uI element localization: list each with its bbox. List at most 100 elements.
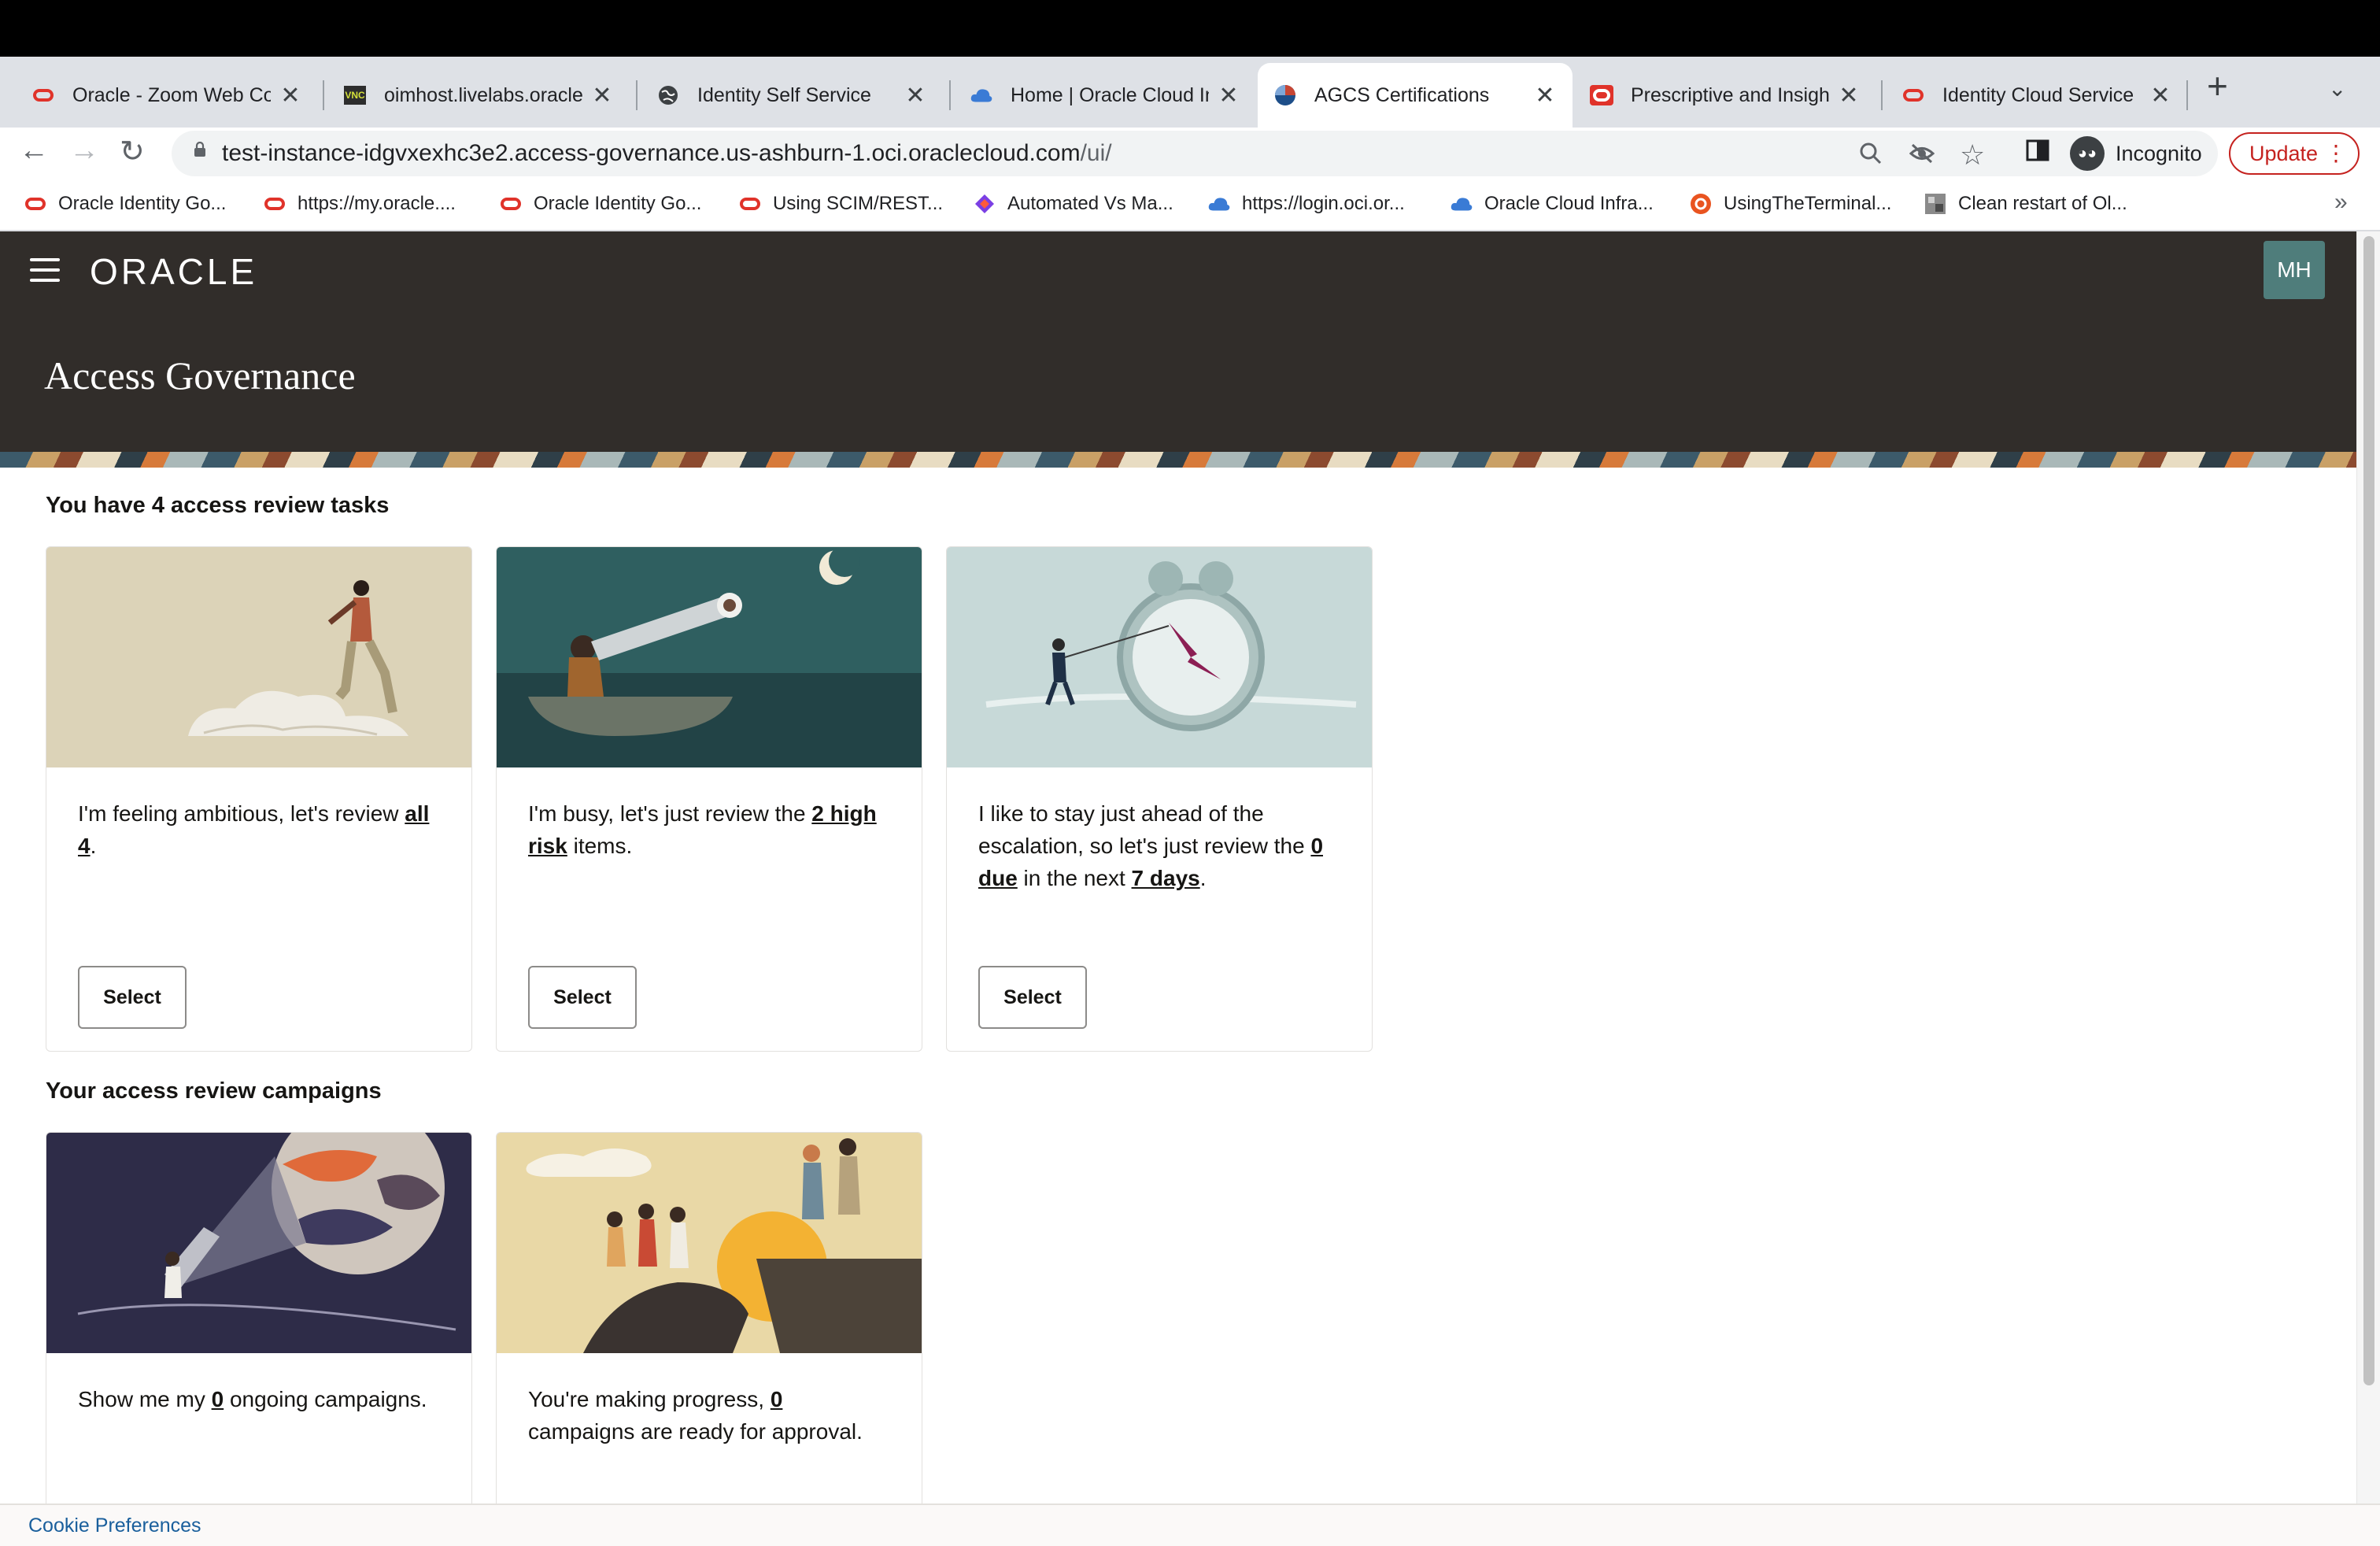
- text-part: in the next: [1017, 866, 1132, 890]
- star-bookmark-icon[interactable]: ☆: [1960, 139, 1985, 172]
- task-card-high-risk: I'm busy, let's just review the 2 high r…: [496, 546, 922, 1052]
- lock-icon: [194, 142, 205, 157]
- bookmark-item[interactable]: https://login.oci.or...: [1207, 192, 1405, 216]
- bookmark-label: Automated Vs Ma...: [1007, 193, 1173, 214]
- oracle-icon: [31, 83, 55, 107]
- bookmarks-overflow-icon[interactable]: »: [2334, 189, 2348, 216]
- bookmark-item[interactable]: Clean restart of Ol...: [1924, 192, 2127, 216]
- hamburger-menu-icon[interactable]: [30, 258, 60, 282]
- text-part: .: [90, 834, 97, 858]
- close-icon[interactable]: ✕: [2149, 82, 2172, 109]
- update-button[interactable]: Update ⋮: [2229, 132, 2360, 175]
- oracle-icon: [1590, 83, 1613, 107]
- incognito-label: Incognito: [2116, 141, 2202, 165]
- zoom-icon[interactable]: [1859, 142, 1883, 172]
- close-icon[interactable]: ✕: [279, 82, 302, 109]
- kebab-menu-icon: ⋮: [2325, 141, 2347, 165]
- url-field[interactable]: test-instance-idgvxexhc3e2.access-govern…: [172, 131, 2218, 176]
- bookmark-label: Oracle Identity Go...: [534, 193, 702, 214]
- image-icon: [1924, 192, 1947, 216]
- ready-campaigns-link[interactable]: 0: [771, 1387, 783, 1411]
- user-avatar[interactable]: MH: [2264, 241, 2325, 299]
- select-all-button[interactable]: Select: [78, 966, 187, 1029]
- page-scrollbar[interactable]: [2356, 231, 2380, 1503]
- task-card-all: I'm feeling ambitious, let's review all …: [46, 546, 472, 1052]
- tab-prescriptive[interactable]: Prescriptive and Insight ✕: [1574, 63, 1876, 128]
- climber-illustration: [46, 547, 471, 767]
- page-footer: Cookie Preferences: [0, 1503, 2380, 1546]
- agcs-icon: [1273, 83, 1297, 107]
- oracle-icon: [24, 192, 47, 216]
- close-icon[interactable]: ✕: [1837, 82, 1861, 109]
- bookmark-item[interactable]: https://my.oracle....: [263, 192, 456, 216]
- oracle-icon: [1901, 83, 1925, 107]
- scrollbar-thumb[interactable]: [2363, 236, 2374, 1385]
- tab-oracle-zoom[interactable]: Oracle - Zoom Web Cor ✕: [16, 63, 318, 128]
- text-part: .: [1199, 866, 1207, 890]
- reload-icon[interactable]: ↻: [120, 134, 145, 169]
- new-tab-plus-icon[interactable]: +: [2207, 68, 2228, 104]
- bookmark-item[interactable]: Oracle Identity Go...: [499, 192, 701, 216]
- tab-agcs-certifications[interactable]: AGCS Certifications ✕: [1258, 63, 1572, 128]
- cloud-icon: [970, 83, 993, 107]
- telescope-boat-illustration: [497, 547, 922, 767]
- tab-separator: [1881, 80, 1883, 110]
- bookmark-label: Clean restart of Ol...: [1958, 193, 2127, 214]
- side-panel-icon[interactable]: [2026, 139, 2049, 168]
- text-part: I'm feeling ambitious, let's review: [78, 801, 405, 826]
- close-icon[interactable]: ✕: [590, 82, 614, 109]
- tab-strip: Oracle - Zoom Web Cor ✕ VNC oimhost.live…: [0, 57, 2380, 128]
- url-path: /ui/: [1080, 140, 1112, 166]
- bookmark-item[interactable]: UsingTheTerminal...: [1689, 192, 1891, 216]
- bookmark-label: https://my.oracle....: [298, 193, 456, 214]
- bookmark-item[interactable]: Automated Vs Ma...: [973, 192, 1173, 216]
- back-arrow-icon[interactable]: ←: [19, 134, 49, 168]
- cookie-preferences-link[interactable]: Cookie Preferences: [28, 1515, 201, 1537]
- tab-search-chevron-icon[interactable]: ⌄: [2328, 76, 2346, 102]
- select-due-button[interactable]: Select: [978, 966, 1087, 1029]
- page-title: Access Governance: [44, 353, 356, 398]
- cliff-group-illustration: [497, 1133, 922, 1353]
- globe-icon: [656, 83, 680, 107]
- tab-identity-cloud-service[interactable]: Identity Cloud Service ✕: [1886, 63, 2188, 128]
- tab-separator: [949, 80, 951, 110]
- tab-separator: [636, 80, 638, 110]
- url-host: test-instance-idgvxexhc3e2.access-govern…: [222, 140, 1081, 166]
- close-icon[interactable]: ✕: [1217, 82, 1240, 109]
- close-icon[interactable]: ✕: [904, 82, 927, 109]
- forward-arrow-icon[interactable]: →: [69, 134, 99, 168]
- task-card-text: I'm feeling ambitious, let's review all …: [78, 797, 440, 862]
- tab-title: oimhost.livelabs.oraclev: [384, 83, 582, 106]
- tab-title: Identity Self Service: [697, 83, 871, 106]
- text-part: Show me my: [78, 1387, 212, 1411]
- cloud-icon: [1207, 192, 1231, 216]
- url-text: test-instance-idgvxexhc3e2.access-govern…: [222, 140, 1112, 167]
- oracle-logo: ORACLE: [90, 251, 258, 292]
- days-window-link[interactable]: 7 days: [1132, 866, 1200, 890]
- campaign-card-text: You're making progress, 0 campaigns are …: [528, 1383, 890, 1448]
- tab-title: Home | Oracle Cloud Ini: [1011, 83, 1209, 106]
- ongoing-campaigns-link[interactable]: 0: [212, 1387, 224, 1411]
- incognito-indicator[interactable]: ◕◕ Incognito: [2070, 134, 2202, 173]
- clock-illustration: [947, 547, 1372, 767]
- cloud-icon: [1450, 192, 1473, 216]
- tracking-protection-eye-icon[interactable]: [1909, 142, 1935, 172]
- tab-title: AGCS Certifications: [1314, 83, 1490, 106]
- tab-separator: [2186, 80, 2188, 110]
- bookmark-item[interactable]: Using SCIM/REST...: [738, 192, 943, 216]
- tab-oimhost[interactable]: VNC oimhost.livelabs.oraclev ✕: [327, 63, 630, 128]
- bookmark-item[interactable]: Oracle Cloud Infra...: [1450, 192, 1654, 216]
- tab-oracle-cloud-home[interactable]: Home | Oracle Cloud Ini ✕: [954, 63, 1256, 128]
- oracle-icon: [499, 192, 523, 216]
- tab-title: Identity Cloud Service: [1942, 83, 2134, 106]
- text-part: I'm busy, let's just review the: [528, 801, 812, 826]
- select-high-risk-button[interactable]: Select: [528, 966, 637, 1029]
- bookmark-label: https://login.oci.or...: [1242, 193, 1405, 214]
- close-icon[interactable]: ✕: [1533, 82, 1557, 109]
- flashlight-illustration: [46, 1133, 471, 1353]
- campaign-card-text: Show me my 0 ongoing campaigns.: [78, 1383, 440, 1415]
- bookmark-label: Using SCIM/REST...: [773, 193, 944, 214]
- tab-title: Prescriptive and Insight: [1631, 83, 1829, 106]
- bookmark-item[interactable]: Oracle Identity Go...: [24, 192, 226, 216]
- tab-identity-self-service[interactable]: Identity Self Service ✕: [641, 63, 943, 128]
